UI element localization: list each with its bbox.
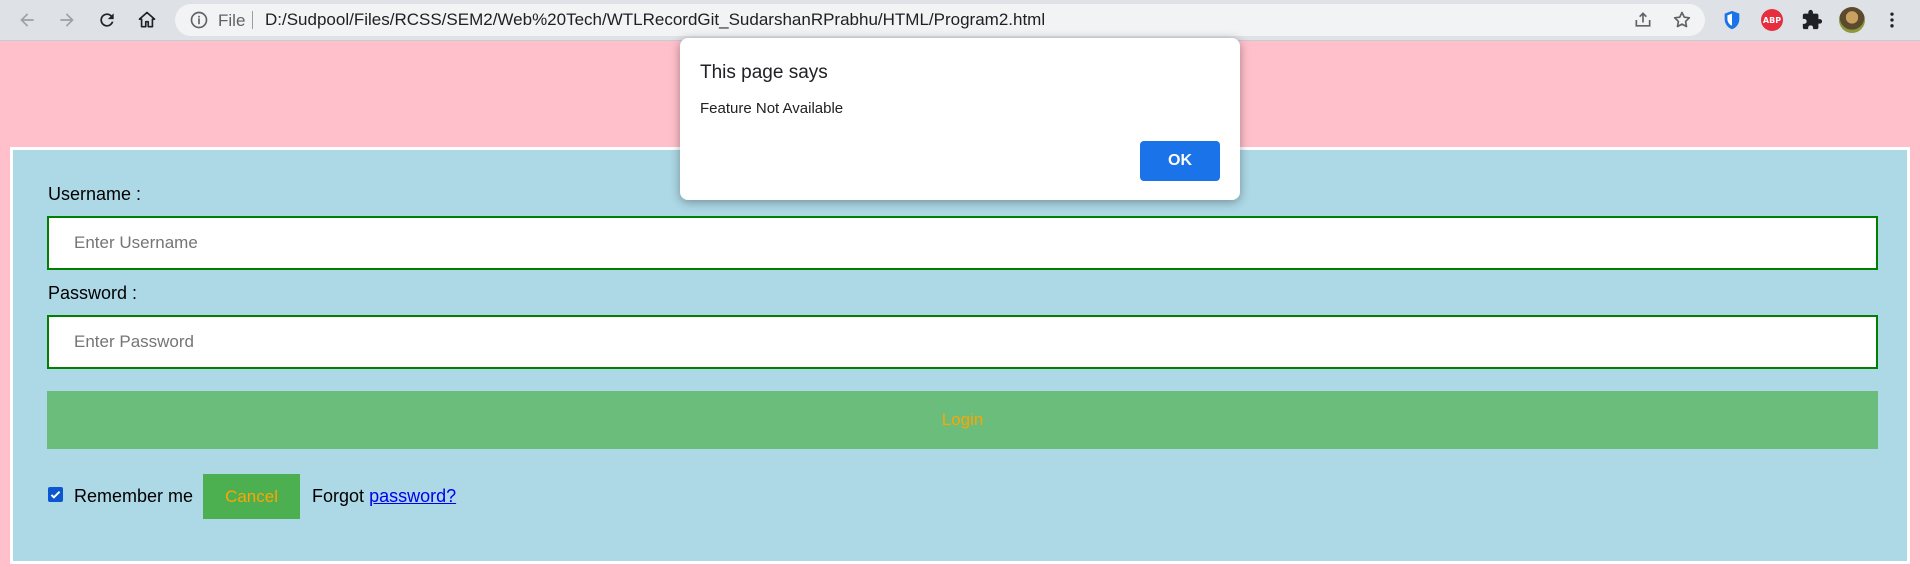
back-icon — [20, 13, 34, 27]
profile-button[interactable] — [1838, 6, 1866, 34]
username-label: Username : — [48, 184, 142, 204]
dialog-message: Feature Not Available — [700, 100, 844, 117]
home-icon — [138, 11, 156, 28]
address-bar[interactable]: File D:/Sudpool/Files/RCSS/SEM2/Web%20Te… — [175, 4, 1705, 36]
login-form: Username : Password : Login Remember me … — [10, 147, 1910, 564]
scheme-label: File — [218, 11, 246, 30]
back-button[interactable] — [11, 4, 43, 36]
alert-dialog: This page says Feature Not Available OK — [680, 38, 1240, 200]
password-label: Password : — [48, 283, 138, 303]
login-button[interactable]: Login — [47, 391, 1878, 449]
form-footer: Remember me Cancel Forgot password? — [48, 474, 456, 519]
reload-icon — [100, 13, 114, 27]
star-icon — [1673, 11, 1691, 28]
forgot-text: Forgot — [312, 486, 365, 506]
info-icon[interactable] — [189, 10, 209, 30]
home-button[interactable] — [131, 4, 163, 36]
omnibox-divider — [252, 11, 253, 29]
shield-icon — [1724, 10, 1740, 30]
forward-icon — [60, 13, 74, 27]
remember-checkbox[interactable] — [48, 487, 63, 502]
ok-button[interactable]: OK — [1140, 141, 1220, 181]
forward-button[interactable] — [51, 4, 83, 36]
share-button[interactable] — [1631, 8, 1655, 32]
cancel-button[interactable]: Cancel — [203, 474, 301, 519]
puzzle-icon — [1802, 9, 1823, 30]
remember-label: Remember me — [74, 486, 194, 506]
browser-toolbar: File D:/Sudpool/Files/RCSS/SEM2/Web%20Te… — [0, 0, 1920, 41]
bookmark-button[interactable] — [1670, 8, 1694, 32]
kebab-menu-icon — [1890, 12, 1894, 28]
share-icon — [1635, 12, 1651, 27]
reload-button[interactable] — [91, 4, 123, 36]
abp-extension[interactable]: ABP — [1758, 6, 1786, 34]
password-input[interactable] — [47, 315, 1878, 369]
username-input[interactable] — [47, 216, 1878, 270]
dialog-title: This page says — [700, 62, 828, 83]
checkmark-icon — [50, 490, 61, 499]
extensions-button[interactable] — [1798, 6, 1826, 34]
avatar — [1839, 7, 1865, 33]
menu-button[interactable] — [1878, 6, 1906, 34]
abp-icon: ABP — [1761, 9, 1783, 31]
url-text[interactable]: D:/Sudpool/Files/RCSS/SEM2/Web%20Tech/WT… — [265, 10, 1045, 30]
shield-extension[interactable] — [1718, 6, 1746, 34]
forgot-password-link[interactable]: password? — [369, 486, 456, 507]
